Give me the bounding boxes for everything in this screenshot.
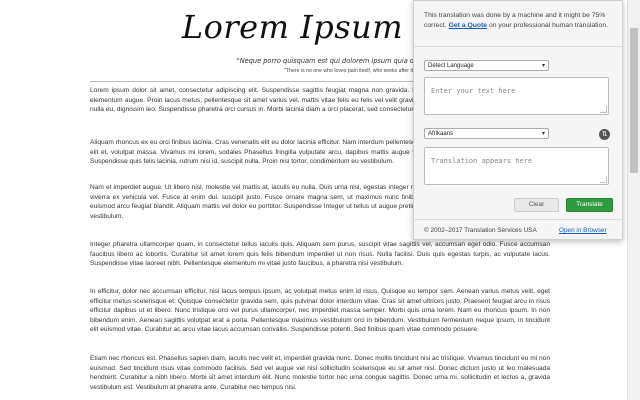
source-text-input[interactable]: Enter your text here <box>424 77 609 115</box>
paragraph-5: In efficitur, dolor nec accumsan efficit… <box>90 288 550 334</box>
target-language-value: Afrikaans <box>428 131 454 137</box>
translate-button[interactable]: Translate <box>566 198 613 212</box>
translation-placeholder: Translation appears here <box>431 157 533 165</box>
chevron-down-icon: ▾ <box>541 63 545 69</box>
resize-grip-icon[interactable] <box>600 106 607 113</box>
get-quote-link[interactable]: Get a Quote <box>449 22 488 29</box>
notice-text-after: on your professional human translation. <box>488 22 608 29</box>
scrollbar-thumb[interactable] <box>630 28 638 173</box>
translation-output[interactable]: Translation appears here <box>424 147 609 185</box>
source-placeholder: Enter your text here <box>431 87 516 95</box>
notice-divider <box>414 46 622 47</box>
copyright-text: © 2002–2017 Translation Services USA <box>424 227 537 234</box>
machine-translation-notice: This translation was done by a machine a… <box>424 11 614 31</box>
source-language-value: Detect Language <box>428 63 474 69</box>
chevron-down-icon: ▾ <box>541 131 545 137</box>
clear-button[interactable]: Clear <box>514 198 559 212</box>
paragraph-4: Integer pharetra ullamcorper quam, in co… <box>90 241 550 268</box>
paragraph-6: Etiam nec rhoncus est. Phasellus sapien … <box>90 355 550 391</box>
source-language-select[interactable]: Detect Language ▾ <box>424 60 549 71</box>
open-in-browser-link[interactable]: Open in Browser <box>559 227 607 234</box>
page-scrollbar[interactable] <box>627 0 640 400</box>
target-language-select[interactable]: Afrikaans ▾ <box>424 128 549 139</box>
swap-arrows-icon[interactable]: ⇅ <box>599 129 610 140</box>
footer-divider <box>414 219 622 220</box>
resize-grip-icon[interactable] <box>600 176 607 183</box>
translator-popup: This translation was done by a machine a… <box>413 0 623 240</box>
